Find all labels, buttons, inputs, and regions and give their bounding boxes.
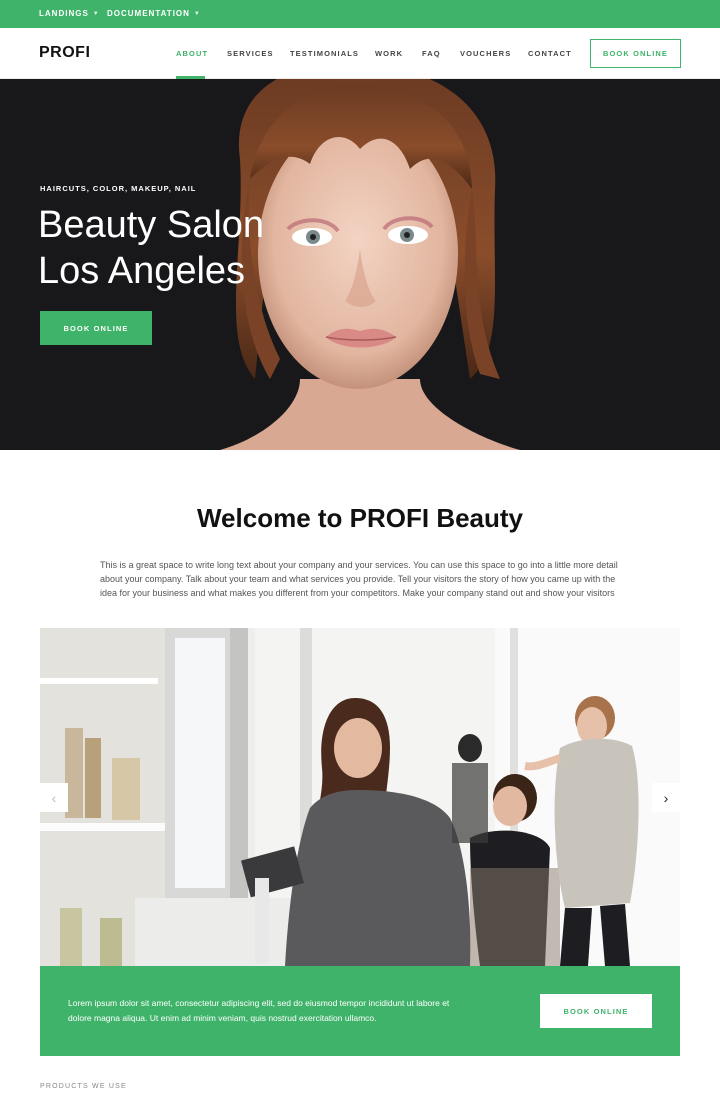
- site-header: PROFI ABOUT SERVICES TESTIMONIALS WORK F…: [0, 28, 720, 79]
- landings-menu[interactable]: LANDINGS ▼: [39, 9, 100, 18]
- salon-interior-image: [40, 628, 680, 966]
- documentation-menu[interactable]: DOCUMENTATION ▼: [107, 9, 201, 18]
- cta-text: Lorem ipsum dolor sit amet, consectetur …: [68, 998, 450, 1023]
- nav-services[interactable]: SERVICES: [227, 49, 274, 58]
- welcome-title: Welcome to PROFI Beauty: [196, 503, 524, 533]
- documentation-menu-label: DOCUMENTATION: [107, 9, 190, 18]
- chevron-down-icon: ▼: [92, 10, 100, 17]
- products-section-label: PRODUCTS WE USE: [40, 1083, 127, 1090]
- chevron-right-icon: ›: [663, 789, 669, 806]
- cta-book-online-button[interactable]: BOOK ONLINE: [540, 994, 652, 1028]
- carousel-prev-button[interactable]: ‹: [40, 783, 68, 812]
- nav-about[interactable]: ABOUT: [176, 49, 208, 58]
- site-logo[interactable]: PROFI: [39, 44, 90, 62]
- chevron-down-icon: ▼: [193, 10, 201, 17]
- salon-image-carousel: ‹ ›: [40, 628, 680, 966]
- nav-work[interactable]: WORK: [375, 49, 403, 58]
- hero-eyebrow: HAIRCUTS, COLOR, MAKEUP, NAIL: [40, 184, 197, 193]
- nav-testimonials[interactable]: TESTIMONIALS: [290, 49, 359, 58]
- hero-section: HAIRCUTS, COLOR, MAKEUP, NAIL Beauty Sal…: [0, 79, 720, 450]
- welcome-text: This is a great space to write long text…: [100, 560, 618, 598]
- top-utility-bar: LANDINGS ▼ DOCUMENTATION ▼: [0, 0, 720, 28]
- cta-band: Lorem ipsum dolor sit amet, consectetur …: [40, 966, 680, 1056]
- hero-title: Beauty Salon Los Angeles: [38, 202, 264, 294]
- nav-faq[interactable]: FAQ: [422, 49, 441, 58]
- nav-contact[interactable]: CONTACT: [528, 49, 572, 58]
- hero-book-online-button[interactable]: BOOK ONLINE: [40, 311, 152, 345]
- landings-menu-label: LANDINGS: [39, 9, 89, 18]
- header-book-online-button[interactable]: BOOK ONLINE: [590, 39, 681, 68]
- chevron-left-icon: ‹: [51, 789, 57, 806]
- hero-title-line-1: Beauty Salon: [38, 204, 265, 246]
- nav-vouchers[interactable]: VOUCHERS: [460, 49, 511, 58]
- hero-title-line-2: Los Angeles: [38, 250, 246, 292]
- carousel-next-button[interactable]: ›: [652, 783, 680, 812]
